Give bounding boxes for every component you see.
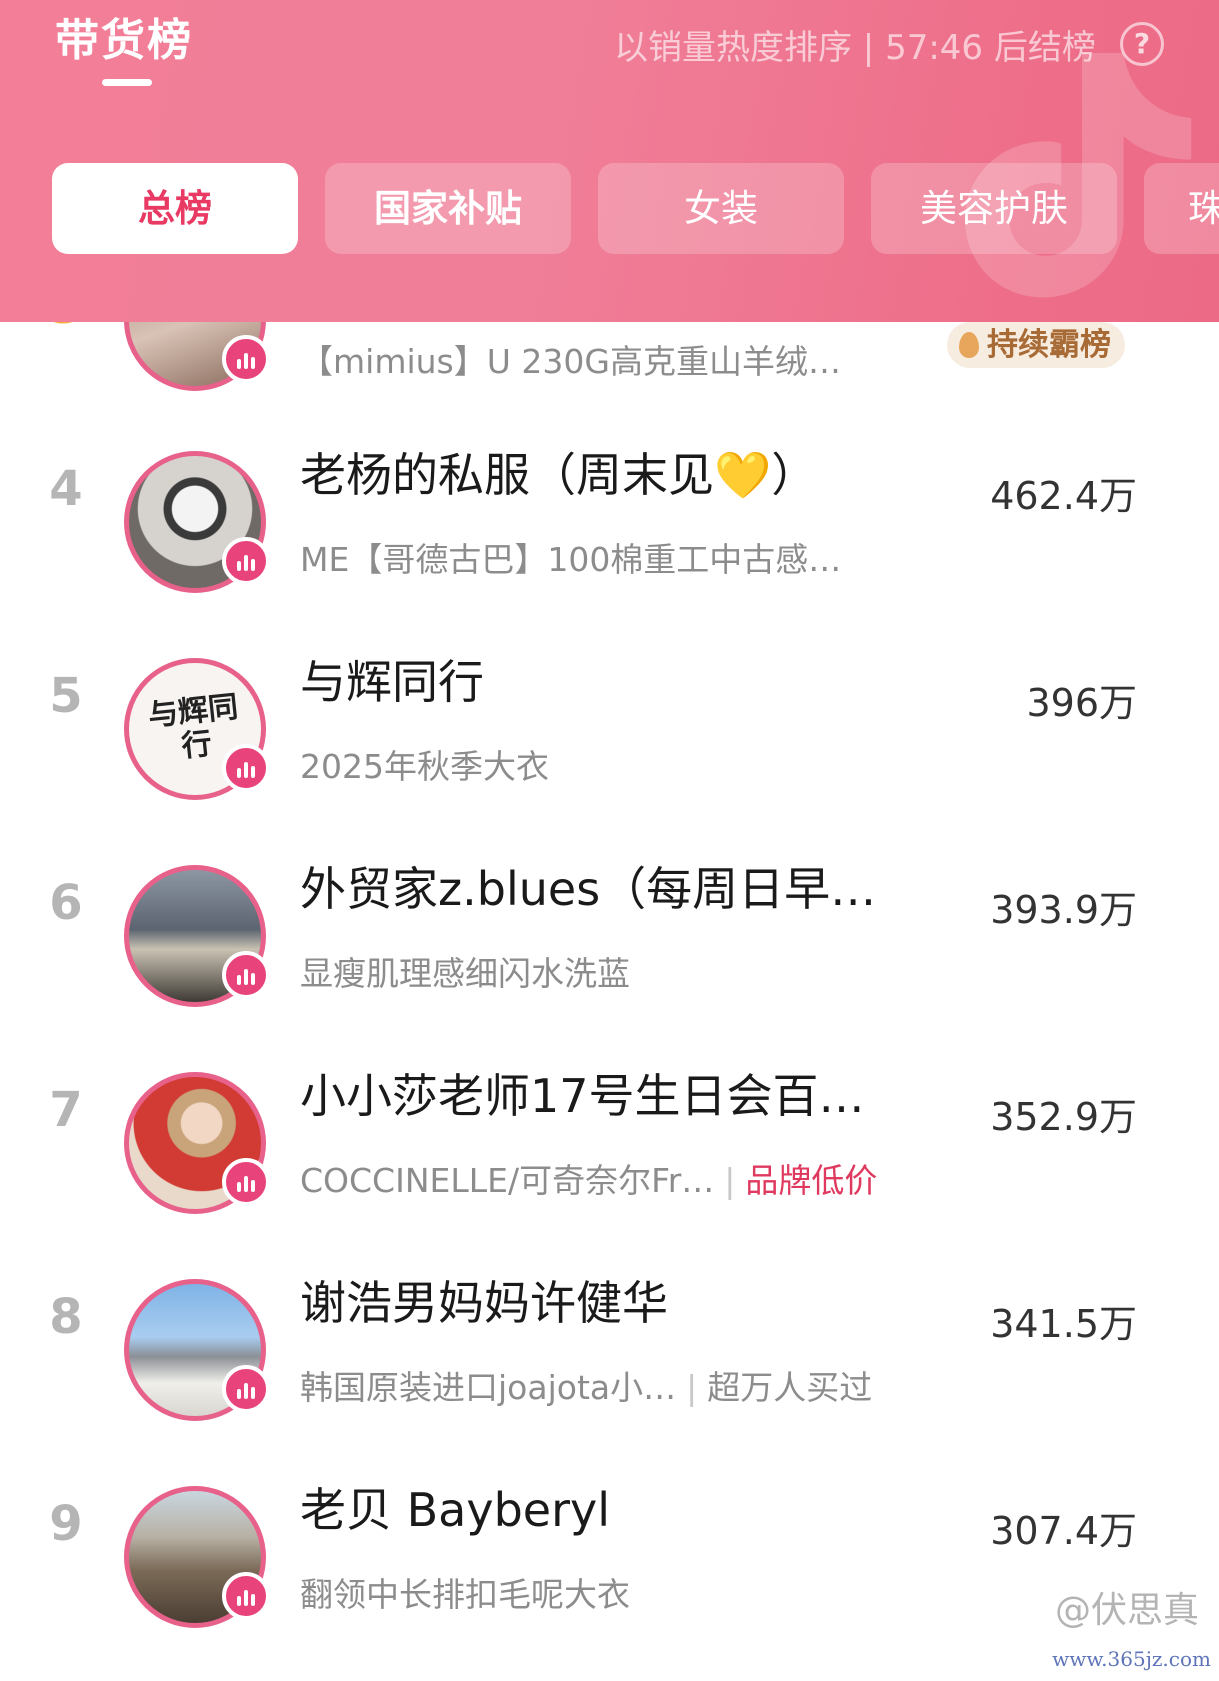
divider: | — [686, 1368, 698, 1407]
page-title: 带货榜 — [55, 15, 193, 66]
product-subtitle: 2025年秋季大衣 — [300, 747, 549, 786]
live-indicator-icon — [222, 335, 270, 383]
list-item[interactable]: 6 外贸家z.blues（每周日早… 显瘦肌理感细闪水洗蓝 393.9万 — [0, 833, 1219, 1040]
rank-number: 4 — [49, 461, 83, 517]
streamer-name: 老杨的私服（周末见💛） — [300, 448, 818, 502]
popular-tag: 超万人买过 — [707, 1368, 873, 1407]
product-subtitle: COCCINELLE/可奇奈尔Fr… | 品牌低价 — [300, 1154, 877, 1202]
live-indicator-icon — [222, 1572, 270, 1620]
streamer-name: 老贝 Bayberyl — [300, 1483, 611, 1537]
list-item[interactable]: 5 与辉同行 与辉同行 2025年秋季大衣 396万 — [0, 626, 1219, 833]
top-streak-badge: 持续霸榜 — [947, 322, 1125, 368]
sales-value: 307.4万 — [990, 1509, 1137, 1553]
live-indicator-icon — [222, 1365, 270, 1413]
rank-number: 9 — [49, 1496, 83, 1552]
streamer-name: 小小莎老师17号生日会百… — [300, 1069, 865, 1123]
list-item[interactable]: 3 【mimius】U 230G高克重山羊绒… 持续霸榜 — [0, 322, 1219, 424]
tab-overall[interactable]: 总榜 — [52, 163, 298, 254]
rank-number: 5 — [49, 668, 83, 724]
sales-value: 462.4万 — [990, 474, 1137, 518]
product-subtitle: 韩国原装进口joajota小… | 超万人买过 — [300, 1361, 872, 1409]
list-item[interactable]: 7 小小莎老师17号生日会百… COCCINELLE/可奇奈尔Fr… | 品牌低价 … — [0, 1040, 1219, 1247]
product-subtitle: 【mimius】U 230G高克重山羊绒… — [300, 342, 841, 381]
title-underline — [102, 79, 152, 86]
product-subtitle: 翻领中长排扣毛呢大衣 — [300, 1575, 630, 1614]
brand-low-price-tag: 品牌低价 — [745, 1161, 878, 1200]
streamer-name: 谢浩男妈妈许健华 — [300, 1276, 668, 1330]
product-subtitle: 显瘦肌理感细闪水洗蓝 — [300, 954, 630, 993]
ranking-list[interactable]: 3 【mimius】U 230G高克重山羊绒… 持续霸榜 4 老杨的私服（周末见… — [0, 322, 1219, 1681]
streamer-name: 外贸家z.blues（每周日早… — [300, 862, 877, 916]
divider: | — [724, 1161, 736, 1200]
product-title: COCCINELLE/可奇奈尔Fr… — [300, 1161, 715, 1200]
sales-value: 341.5万 — [990, 1302, 1137, 1346]
rank-number: 7 — [49, 1082, 83, 1138]
site-watermark: www.365jz.com — [1052, 1647, 1211, 1671]
sales-value: 396万 — [1026, 681, 1137, 725]
flame-icon — [959, 332, 979, 358]
help-icon[interactable]: ? — [1120, 22, 1164, 66]
author-watermark: @伏思真 — [1054, 1590, 1199, 1631]
ranking-header: 带货榜 以销量热度排序 | 57:46 后结榜 ? 总榜 国家补贴 女装 美容护… — [0, 0, 1219, 322]
list-item[interactable]: 8 谢浩男妈妈许健华 韩国原装进口joajota小… | 超万人买过 341.5万 — [0, 1247, 1219, 1454]
category-tabs: 总榜 国家补贴 女装 美容护肤 珠 — [52, 163, 1219, 254]
sales-value: 393.9万 — [990, 888, 1137, 932]
streamer-name: 与辉同行 — [300, 655, 484, 709]
list-item[interactable]: 4 老杨的私服（周末见💛） ME【哥德古巴】100棉重工中古感… 462.4万 — [0, 419, 1219, 626]
product-title: 韩国原装进口joajota小… — [300, 1368, 677, 1407]
rank-number: 3 — [38, 322, 94, 335]
list-item[interactable]: 9 老贝 Bayberyl 翻领中长排扣毛呢大衣 307.4万 — [0, 1454, 1219, 1661]
live-indicator-icon — [222, 1158, 270, 1206]
tab-jewelry[interactable]: 珠 — [1144, 163, 1219, 254]
badge-label: 持续霸榜 — [987, 327, 1111, 363]
tab-beauty-skincare[interactable]: 美容护肤 — [871, 163, 1117, 254]
tab-womens-clothing[interactable]: 女装 — [598, 163, 844, 254]
live-indicator-icon — [222, 951, 270, 999]
sort-info: 以销量热度排序 | 57:46 后结榜 — [614, 28, 1096, 68]
rank-number: 8 — [49, 1289, 83, 1345]
live-indicator-icon — [222, 744, 270, 792]
live-indicator-icon — [222, 537, 270, 585]
tab-national-subsidy[interactable]: 国家补贴 — [325, 163, 571, 254]
sales-value: 352.9万 — [990, 1095, 1137, 1139]
product-subtitle: ME【哥德古巴】100棉重工中古感… — [300, 540, 842, 579]
rank-number: 6 — [49, 875, 83, 931]
